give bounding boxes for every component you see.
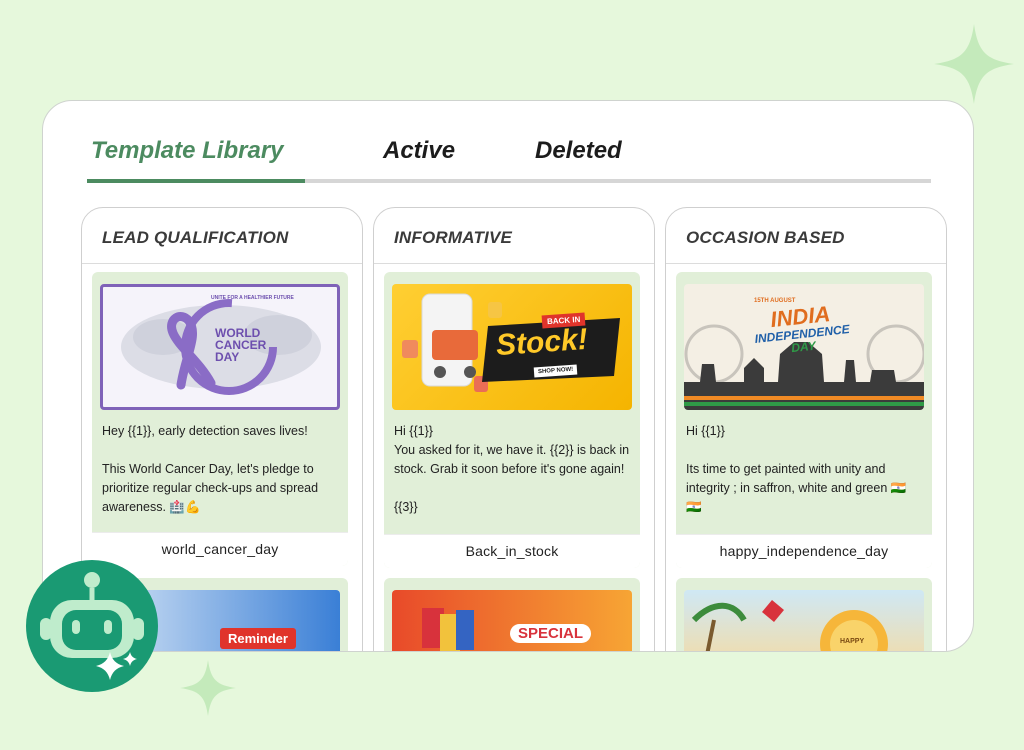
banner-stock-headline: Stock! bbox=[494, 322, 589, 363]
banner-reminder-label: Reminder bbox=[220, 628, 296, 649]
message-line: This World Cancer Day, let's pledge to p… bbox=[102, 462, 319, 514]
tab-bar: Template Library Active Deleted bbox=[87, 131, 931, 185]
message-line: Hi {{1}} You asked for it, we have it. {… bbox=[394, 424, 630, 476]
banner-kicker: 15TH AUGUST bbox=[754, 298, 796, 304]
template-name: Back_in_stock bbox=[384, 534, 640, 568]
template-message-body: Hey {{1}}, early detection saves lives! … bbox=[92, 410, 348, 517]
tab-deleted[interactable]: Deleted bbox=[535, 137, 622, 165]
tab-template-library[interactable]: Template Library bbox=[91, 137, 284, 165]
sparkle-icon bbox=[180, 660, 236, 716]
chatbot-icon bbox=[40, 572, 144, 680]
sparkle-icon bbox=[934, 24, 1014, 104]
festival-banner: HAPPY bbox=[684, 590, 924, 651]
column-informative: INFORMATIVE BACK IN Stock! SHOP NOW! Hi … bbox=[373, 207, 655, 651]
template-panel: Template Library Active Deleted LEAD QUA… bbox=[42, 100, 974, 652]
banner-line-day: DAY bbox=[215, 350, 240, 364]
template-card-back-in-stock[interactable]: BACK IN Stock! SHOP NOW! Hi {{1}} You as… bbox=[384, 272, 640, 568]
back-in-stock-banner: BACK IN Stock! SHOP NOW! bbox=[392, 284, 632, 410]
independence-day-banner: 15TH AUGUST INDIA INDEPENDENCE DAY bbox=[684, 284, 924, 410]
template-card-special-offer[interactable]: SPECIAL bbox=[384, 578, 640, 651]
world-cancer-day-banner: WORLD CANCER DAY UNITE FOR A HEALTHIER F… bbox=[100, 284, 340, 410]
column-title: LEAD QUALIFICATION bbox=[82, 208, 362, 264]
message-line: Hey {{1}}, early detection saves lives! bbox=[102, 424, 308, 438]
message-line: {{3}} bbox=[394, 500, 418, 514]
template-message-body: Hi {{1}} Its time to get painted with un… bbox=[676, 410, 932, 517]
banner-arc-text: UNITE FOR A HEALTHIER FUTURE bbox=[211, 295, 294, 301]
shopping-bags-graphic bbox=[422, 608, 474, 651]
template-name: happy_independence_day bbox=[676, 534, 932, 568]
chatbot-launcher[interactable] bbox=[26, 560, 158, 692]
column-title: INFORMATIVE bbox=[374, 208, 654, 264]
special-offer-banner: SPECIAL bbox=[392, 590, 632, 651]
column-occasion-based: OCCASION BASED 15TH AUGUST INDIA INDEPEN… bbox=[665, 207, 947, 651]
tab-active[interactable]: Active bbox=[383, 137, 455, 165]
banner-happy-label: HAPPY bbox=[840, 638, 865, 645]
template-card-independence-day[interactable]: 15TH AUGUST INDIA INDEPENDENCE DAY Hi {{… bbox=[676, 272, 932, 568]
template-card-world-cancer-day[interactable]: WORLD CANCER DAY UNITE FOR A HEALTHIER F… bbox=[92, 272, 348, 566]
sun-kite-graphic bbox=[691, 600, 888, 651]
tab-active-indicator bbox=[87, 179, 305, 183]
message-line: Its time to get painted with unity and i… bbox=[686, 462, 907, 514]
template-card-festival[interactable]: HAPPY bbox=[676, 578, 932, 651]
message-line: Hi {{1}} bbox=[686, 424, 725, 438]
template-message-body: Hi {{1}} You asked for it, we have it. {… bbox=[384, 410, 640, 517]
banner-special-label: SPECIAL bbox=[510, 624, 592, 643]
column-title: OCCASION BASED bbox=[666, 208, 946, 264]
